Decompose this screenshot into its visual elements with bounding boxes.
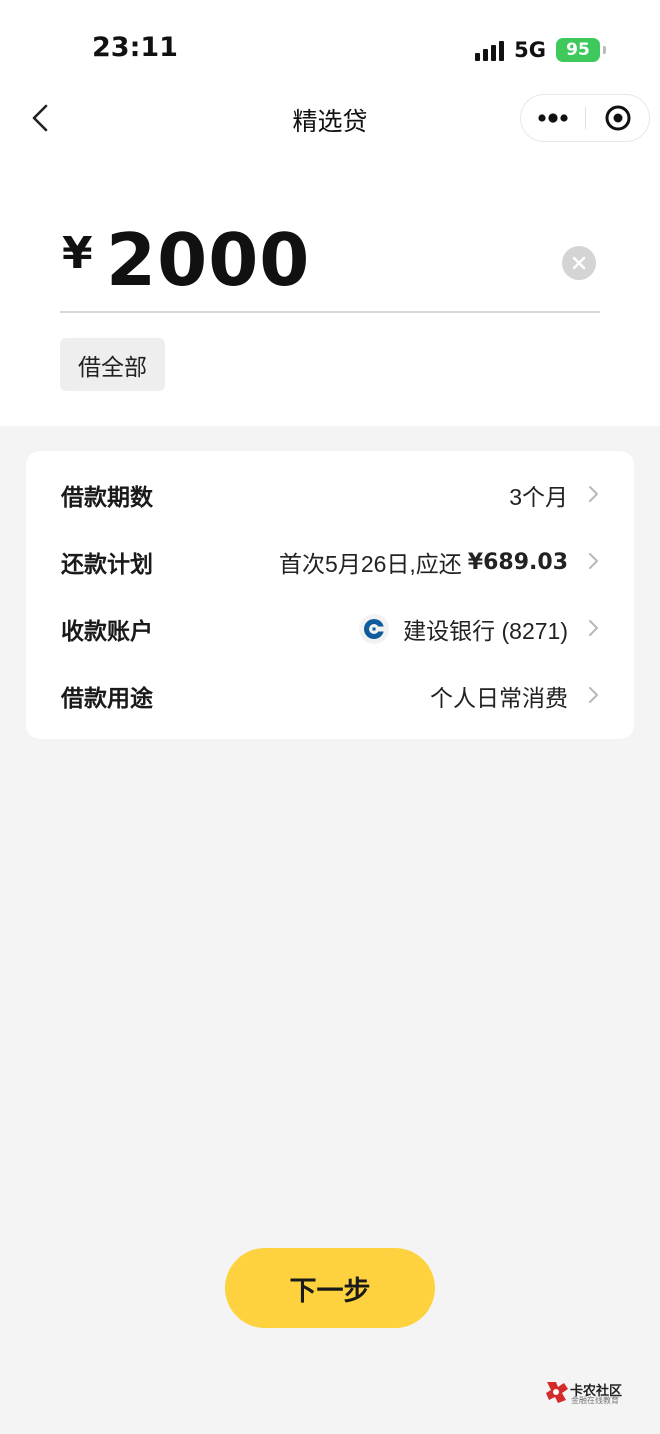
loan-purpose-value: 个人日常消费 <box>430 685 568 711</box>
row-value: 个人日常消费 <box>430 679 568 713</box>
row-label: 借款用途 <box>61 685 153 711</box>
row-value: 3个月 <box>509 478 568 512</box>
loan-details-card: 借款期数 3个月 还款计划 首次5月26日,应还 ¥689.03 收款账户 建设… <box>26 451 634 739</box>
repayment-plan-text: 首次5月26日,应还 <box>279 551 462 577</box>
more-button[interactable] <box>521 95 585 141</box>
row-receiving-account[interactable]: 收款账户 建设银行 (8271) <box>26 598 634 658</box>
bank-account-value: 建设银行 (8271) <box>403 618 568 644</box>
battery-level: 95 <box>566 40 590 60</box>
row-value: 首次5月26日,应还 ¥689.03 <box>279 545 568 579</box>
repayment-amount: ¥689.03 <box>467 549 568 575</box>
row-label: 还款计划 <box>61 551 153 577</box>
currency-symbol: ¥ <box>62 228 93 279</box>
close-icon <box>572 256 586 270</box>
chevron-right-icon <box>589 486 598 502</box>
status-indicators: 5G 95 <box>475 36 606 64</box>
battery-icon: 95 <box>556 38 606 62</box>
target-icon <box>605 105 631 131</box>
capsule-divider <box>585 107 586 129</box>
next-step-button[interactable]: 下一步 <box>225 1248 435 1328</box>
loan-amount-input[interactable]: 2000 <box>106 218 310 302</box>
signal-icon <box>475 39 505 61</box>
row-loan-purpose[interactable]: 借款用途 个人日常消费 <box>26 665 634 725</box>
status-time: 23:11 <box>92 32 178 63</box>
miniprogram-capsule <box>520 94 650 142</box>
row-loan-term[interactable]: 借款期数 3个月 <box>26 464 634 524</box>
close-miniprogram-button[interactable] <box>587 95 649 141</box>
ccb-bank-icon <box>359 614 390 644</box>
chevron-right-icon <box>589 553 598 569</box>
row-repayment-plan[interactable]: 还款计划 首次5月26日,应还 ¥689.03 <box>26 531 634 591</box>
borrow-all-button[interactable]: 借全部 <box>60 338 165 391</box>
clear-amount-button[interactable] <box>562 246 596 280</box>
network-type: 5G <box>514 38 546 62</box>
row-label: 借款期数 <box>61 484 153 510</box>
chevron-right-icon <box>589 687 598 703</box>
amount-underline <box>60 311 600 313</box>
watermark-subtitle: 金融在线教育 <box>571 1396 619 1405</box>
chevron-right-icon <box>589 620 598 636</box>
row-value: 建设银行 (8271) <box>359 612 568 646</box>
row-label: 收款账户 <box>61 618 153 644</box>
ellipsis-icon <box>538 113 568 123</box>
loan-term-value: 3个月 <box>509 484 568 510</box>
